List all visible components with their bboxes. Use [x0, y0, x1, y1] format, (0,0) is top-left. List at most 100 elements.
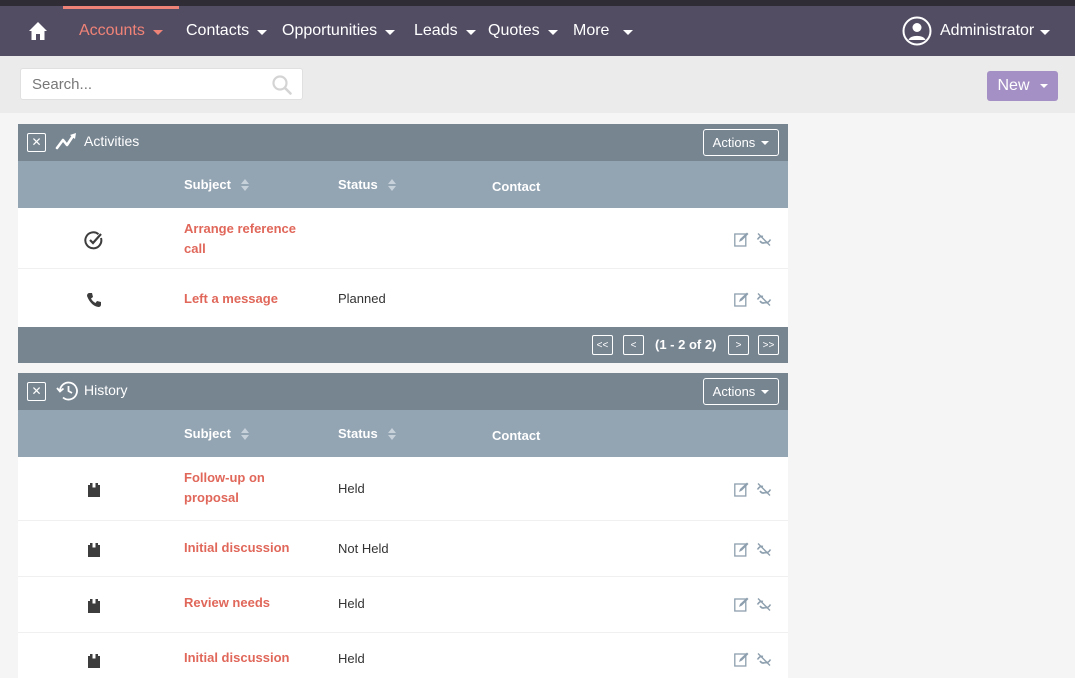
nav-opportunities-label: Opportunities [282, 22, 378, 39]
table-row: Initial discussion Not Held [18, 521, 788, 576]
nav-contacts-label: Contacts [186, 22, 250, 39]
meeting-icon [84, 596, 104, 616]
chevron-down-icon [547, 29, 558, 35]
column-subject[interactable]: Subject [184, 177, 249, 192]
row-subject[interactable]: Review needs [184, 593, 312, 613]
edit-icon[interactable] [734, 232, 749, 247]
table-row: Left a message Planned [18, 269, 788, 327]
edit-icon[interactable] [734, 292, 749, 307]
activities-header: ✕ Activities Actions [18, 124, 788, 161]
edit-icon[interactable] [734, 542, 749, 557]
row-subject[interactable]: Arrange reference call [184, 219, 312, 259]
table-row: Arrange reference call [18, 208, 788, 268]
user-avatar-icon [902, 16, 932, 46]
history-icon [55, 380, 79, 402]
column-status-label: Status [338, 177, 378, 192]
nav-contacts[interactable]: Contacts [186, 6, 268, 56]
row-subject[interactable]: Initial discussion [184, 648, 312, 668]
chevron-down-icon [761, 140, 770, 145]
chevron-down-icon [1040, 29, 1051, 35]
table-row: Initial discussion Held [18, 633, 788, 678]
row-status: Held [338, 651, 365, 666]
edit-icon[interactable] [734, 652, 749, 667]
row-subject[interactable]: Follow-up on proposal [184, 468, 312, 508]
search-input[interactable] [21, 69, 271, 99]
actions-button[interactable]: Actions [703, 378, 779, 405]
nav-accounts-label: Accounts [79, 22, 145, 39]
edit-icon[interactable] [734, 597, 749, 612]
chevron-down-icon [465, 29, 476, 35]
column-status[interactable]: Status [338, 177, 396, 192]
row-subject[interactable]: Initial discussion [184, 538, 312, 558]
unlink-icon[interactable] [756, 597, 772, 612]
pagination-bar: << < (1 - 2 of 2) > >> [18, 327, 788, 363]
history-header: ✕ History Actions [18, 373, 788, 410]
new-button-label: New [997, 77, 1030, 94]
sort-icon [240, 427, 249, 440]
meeting-icon [84, 540, 104, 560]
task-icon [84, 230, 104, 250]
nav-more[interactable]: More [573, 6, 634, 56]
user-menu[interactable]: Administrator [902, 6, 1051, 56]
meeting-icon [84, 651, 104, 671]
chevron-down-icon [257, 29, 268, 35]
chevron-down-icon [1039, 84, 1048, 88]
history-panel: ✕ History Actions Subject Status Contact… [18, 373, 788, 678]
chevron-down-icon [385, 29, 396, 35]
activities-icon [55, 131, 79, 153]
panel-title: History [84, 382, 128, 398]
row-status: Held [338, 481, 365, 496]
column-contact: Contact [492, 179, 540, 194]
activities-panel: ✕ Activities Actions Subject Status Cont… [18, 124, 788, 363]
main-navbar: Accounts Contacts Opportunities Leads Qu… [0, 6, 1075, 56]
phone-icon [84, 290, 104, 310]
column-subject-label: Subject [184, 426, 231, 441]
next-page-button[interactable]: > [728, 335, 749, 355]
first-page-button[interactable]: << [592, 335, 613, 355]
column-contact-label: Contact [492, 179, 541, 194]
actions-button[interactable]: Actions [703, 129, 779, 156]
column-contact-label: Contact [492, 428, 541, 443]
column-subject[interactable]: Subject [184, 426, 249, 441]
close-icon[interactable]: ✕ [27, 382, 46, 401]
table-row: Review needs Held [18, 577, 788, 632]
chevron-down-icon [761, 389, 770, 394]
table-row: Follow-up on proposal Held [18, 457, 788, 520]
row-status: Held [338, 596, 365, 611]
column-subject-label: Subject [184, 177, 231, 192]
nav-accounts[interactable]: Accounts [63, 6, 179, 56]
chevron-down-icon [623, 29, 634, 35]
unlink-icon[interactable] [756, 652, 772, 667]
column-contact: Contact [492, 428, 540, 443]
row-subject[interactable]: Left a message [184, 289, 312, 309]
unlink-icon[interactable] [756, 232, 772, 247]
column-status-label: Status [338, 426, 378, 441]
close-icon[interactable]: ✕ [27, 133, 46, 152]
home-icon[interactable] [24, 18, 52, 44]
sort-icon [240, 178, 249, 191]
chevron-down-icon [152, 29, 163, 35]
unlink-icon[interactable] [756, 292, 772, 307]
column-status[interactable]: Status [338, 426, 396, 441]
nav-opportunities[interactable]: Opportunities [282, 6, 396, 56]
nav-quotes-label: Quotes [488, 22, 540, 39]
new-button[interactable]: New [987, 71, 1058, 101]
panel-title: Activities [84, 133, 140, 149]
nav-quotes[interactable]: Quotes [488, 6, 558, 56]
nav-more-label: More [573, 22, 610, 39]
row-status: Not Held [338, 541, 389, 556]
actions-label: Actions [712, 384, 756, 399]
page-count: (1 - 2 of 2) [655, 337, 717, 352]
prev-page-button[interactable]: < [623, 335, 644, 355]
last-page-button[interactable]: >> [758, 335, 779, 355]
search-box [20, 68, 303, 100]
nav-leads[interactable]: Leads [414, 6, 476, 56]
sort-icon [387, 178, 396, 191]
unlink-icon[interactable] [756, 542, 772, 557]
action-bar: New [0, 56, 1075, 113]
search-icon[interactable] [271, 74, 293, 96]
row-status: Planned [338, 291, 386, 306]
sort-icon [387, 427, 396, 440]
unlink-icon[interactable] [756, 482, 772, 497]
edit-icon[interactable] [734, 482, 749, 497]
